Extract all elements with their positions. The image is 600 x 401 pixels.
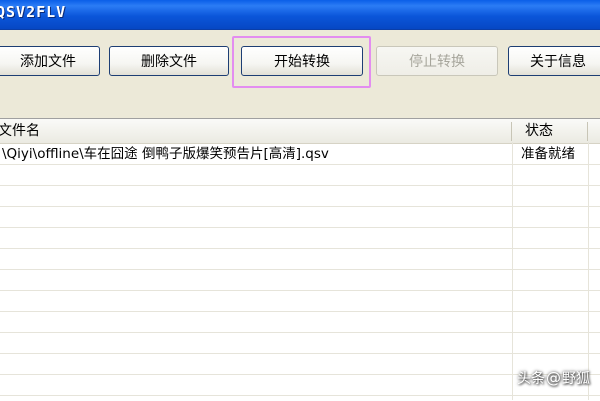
list-header: 文件名 状态 xyxy=(0,119,600,144)
table-row[interactable]: \Qiyi\offline\车在囧途 倒鸭子版爆笑预告片[高清].qsv 准备就… xyxy=(0,144,600,165)
add-file-button[interactable]: 添加文件 xyxy=(0,46,100,76)
table-row[interactable] xyxy=(0,207,600,228)
table-row[interactable] xyxy=(0,270,600,291)
toolbar: 添加文件 删除文件 开始转换 停止转换 关于信息 xyxy=(0,30,600,118)
cell-filename: \Qiyi\offline\车在囧途 倒鸭子版爆笑预告片[高清].qsv xyxy=(2,146,329,162)
column-gridline xyxy=(588,142,589,400)
table-row[interactable] xyxy=(0,354,600,375)
window-title: QSV2FLV xyxy=(0,3,67,21)
column-header-filename[interactable]: 文件名 xyxy=(0,119,40,143)
delete-file-button[interactable]: 删除文件 xyxy=(109,46,229,76)
file-list[interactable]: 文件名 状态 \Qiyi\offline\车在囧途 倒鸭子版爆笑预告片[高清].… xyxy=(0,118,600,401)
watermark: 头条@野狐 xyxy=(517,368,590,388)
table-row[interactable] xyxy=(0,186,600,207)
about-info-button[interactable]: 关于信息 xyxy=(508,46,600,76)
column-separator[interactable] xyxy=(587,122,588,141)
table-row[interactable] xyxy=(0,333,600,354)
watermark-name: 野狐 xyxy=(562,371,590,387)
column-header-status[interactable]: 状态 xyxy=(525,119,553,143)
table-row[interactable] xyxy=(0,228,600,249)
column-separator[interactable] xyxy=(511,122,512,141)
column-gridline xyxy=(512,142,513,400)
table-row[interactable] xyxy=(0,375,600,396)
cell-status: 准备就绪 xyxy=(521,146,575,162)
table-row[interactable] xyxy=(0,312,600,333)
watermark-prefix: 头条 xyxy=(517,371,545,387)
table-row[interactable] xyxy=(0,165,600,186)
table-row[interactable] xyxy=(0,249,600,270)
stop-convert-button[interactable]: 停止转换 xyxy=(376,46,498,76)
table-row[interactable] xyxy=(0,291,600,312)
title-bar: QSV2FLV xyxy=(0,0,600,30)
at-icon: @ xyxy=(546,369,561,387)
start-convert-button[interactable]: 开始转换 xyxy=(241,46,363,76)
